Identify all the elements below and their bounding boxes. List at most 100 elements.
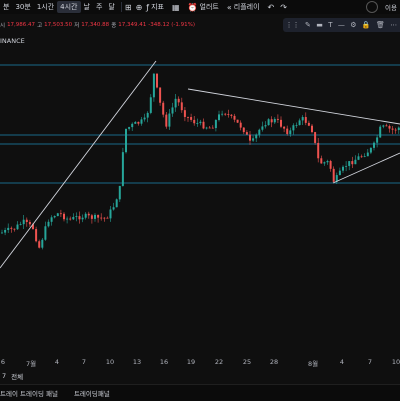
trading-panel-tab-2[interactable]: 트레이딩패널 — [66, 388, 118, 398]
candle — [304, 117, 307, 123]
plus-icon[interactable]: ⊕ — [136, 3, 143, 12]
candle — [180, 102, 183, 111]
candle — [267, 119, 270, 126]
candle — [4, 229, 7, 233]
candle — [187, 116, 189, 118]
candle — [236, 119, 239, 123]
line-style-icon[interactable]: — — [338, 21, 345, 29]
range-selector: 7 전체 — [0, 369, 400, 383]
range-7[interactable]: 7 — [2, 372, 6, 380]
date-label: 10 — [105, 358, 115, 366]
candle — [146, 112, 149, 118]
text-icon[interactable]: T — [328, 21, 332, 29]
horizontal-lines — [0, 64, 400, 184]
candle — [227, 114, 230, 115]
candle — [249, 134, 251, 141]
candle — [273, 118, 276, 123]
candle — [211, 127, 214, 129]
timeframe-4h[interactable]: 4시간 — [57, 1, 81, 13]
drag-handle-icon[interactable]: ⋮⋮ — [286, 21, 300, 29]
timeframe-30m[interactable]: 30분 — [12, 1, 33, 13]
undo-icon[interactable]: ↶ — [268, 3, 275, 12]
candle — [221, 113, 224, 115]
candle — [323, 162, 326, 164]
candle — [174, 98, 177, 108]
candle — [90, 215, 93, 219]
candle — [156, 73, 158, 88]
candle — [326, 161, 329, 163]
candle — [385, 125, 388, 127]
alert-button[interactable]: ⏰ 얼러트 — [184, 2, 223, 12]
search-icon[interactable] — [366, 1, 379, 13]
candle — [165, 114, 168, 127]
user-label[interactable]: 이용 — [382, 2, 400, 12]
candle — [50, 217, 53, 222]
layout-icon: ▦ — [171, 2, 180, 12]
timeframe-day[interactable]: 날 — [81, 1, 93, 13]
candle — [149, 97, 152, 113]
candle — [363, 156, 366, 158]
timeframe-min[interactable]: 분 — [0, 1, 12, 13]
replay-button[interactable]: « 리플레이 — [223, 2, 264, 12]
date-label: 10 — [391, 358, 400, 366]
trend-line[interactable] — [0, 60, 157, 269]
candle — [28, 222, 31, 225]
date-label: 4 — [339, 358, 345, 366]
candle — [258, 129, 261, 135]
range-all[interactable]: 전체 — [11, 371, 23, 381]
indicators-button[interactable]: ƒ 지표 — [142, 2, 168, 12]
symbol-label: INANCE — [0, 37, 25, 45]
candle — [193, 119, 196, 124]
trading-panel-tab-1[interactable]: 트레이 트레이딩 패널 — [0, 388, 66, 398]
candle — [373, 142, 375, 148]
candle — [53, 216, 56, 218]
candle — [242, 127, 245, 133]
date-label: 28 — [269, 358, 279, 366]
candle — [233, 115, 236, 120]
trash-icon[interactable]: 🗑 — [376, 21, 385, 29]
candle — [292, 125, 295, 131]
candle — [162, 102, 165, 115]
candle — [72, 216, 75, 220]
candle — [264, 125, 267, 127]
candle — [100, 217, 103, 219]
timeframe-1h[interactable]: 1시간 — [34, 1, 57, 13]
candle — [289, 130, 292, 134]
candle — [301, 117, 304, 121]
candle — [239, 122, 242, 128]
high-label: 고 — [37, 22, 43, 29]
candle — [84, 213, 87, 218]
candles-icon[interactable]: ⊞ — [125, 3, 132, 12]
candle — [128, 127, 131, 129]
color-icon[interactable]: ▬ — [316, 21, 323, 29]
candle — [118, 185, 121, 200]
toolbar-divider — [120, 2, 122, 12]
close-value: 17,349.41 — [118, 21, 147, 28]
candle — [214, 119, 217, 129]
pencil-icon[interactable]: ✎ — [305, 21, 311, 29]
more-icon[interactable]: ⋯ — [390, 21, 397, 29]
date-label: 19 — [186, 358, 196, 366]
trend-lines — [0, 60, 400, 269]
date-label: 7월 — [25, 360, 37, 368]
candle — [345, 165, 348, 167]
candle — [388, 126, 391, 129]
candle — [276, 118, 279, 120]
candle — [41, 239, 44, 248]
timeframe-week[interactable]: 주 — [93, 1, 105, 13]
top-toolbar: 분 30분 1시간 4시간 날 주 달 ⊞ ⊕ ƒ 지표 ▦ ⏰ 얼러트 « 리… — [0, 0, 400, 14]
candle — [295, 125, 298, 126]
date-label: 25 — [242, 358, 252, 366]
layout-button[interactable]: ▦ — [168, 3, 184, 12]
redo-icon[interactable]: ↷ — [280, 3, 287, 12]
lock-icon[interactable]: 🔒 — [362, 21, 371, 29]
candle — [103, 217, 106, 219]
timeframe-month[interactable]: 달 — [105, 1, 117, 13]
candle — [369, 147, 372, 153]
price-chart[interactable] — [0, 50, 400, 355]
candle — [283, 126, 286, 129]
candle — [196, 123, 199, 124]
close-label: 종 — [111, 22, 117, 29]
settings-icon[interactable]: ⚙ — [350, 21, 356, 29]
candle — [307, 122, 310, 126]
